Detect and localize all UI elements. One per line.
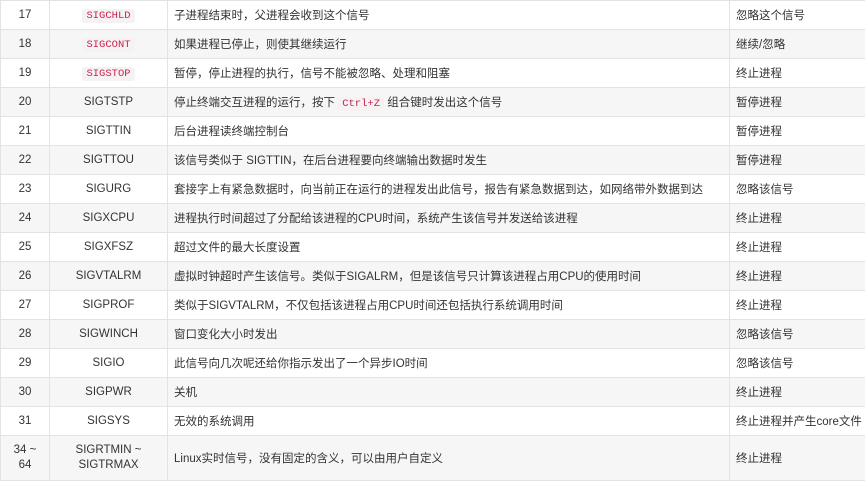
signal-name: SIGSYS bbox=[49, 406, 168, 436]
signal-name: SIGTTIN bbox=[49, 116, 168, 146]
signal-description: 暂停，停止进程的执行，信号不能被忽略、处理和阻塞 bbox=[167, 58, 730, 88]
signal-number: 28 bbox=[0, 319, 50, 349]
table-row: 34 ~ 64 SIGRTMIN ~ SIGTRMAX Linux实时信号，没有固定… bbox=[0, 435, 865, 481]
signal-name: SIGSTOP bbox=[49, 58, 168, 88]
table-row: 17 SIGCHLD 子进程结束时，父进程会收到这个信号 忽略这个信号 bbox=[0, 0, 865, 30]
signal-name: SIGXFSZ bbox=[49, 232, 168, 262]
default-action: 终止进程 bbox=[729, 290, 865, 320]
signal-number: 29 bbox=[0, 348, 50, 378]
signal-number: 18 bbox=[0, 29, 50, 59]
signal-number: 24 bbox=[0, 203, 50, 233]
signal-number: 19 bbox=[0, 58, 50, 88]
signal-number-line: 34 ~ bbox=[13, 444, 37, 456]
table-row: 19 SIGSTOP 暂停，停止进程的执行，信号不能被忽略、处理和阻塞 终止进程 bbox=[0, 58, 865, 88]
signal-name-line: SIGTRMAX bbox=[78, 459, 139, 471]
table-row: 22 SIGTTOU 该信号类似于 SIGTTIN，在后台进程要向终端输出数据时… bbox=[0, 145, 865, 175]
signal-name: SIGPROF bbox=[49, 290, 168, 320]
signal-description: 如果进程已停止，则使其继续运行 bbox=[167, 29, 730, 59]
signal-name: SIGRTMIN ~ SIGTRMAX bbox=[49, 435, 168, 481]
signal-description: 后台进程读终端控制台 bbox=[167, 116, 730, 146]
default-action: 终止进程 bbox=[729, 377, 865, 407]
default-action: 忽略这个信号 bbox=[729, 0, 865, 30]
signal-number: 34 ~ 64 bbox=[0, 435, 50, 481]
default-action: 终止进程 bbox=[729, 435, 865, 481]
signal-name: SIGURG bbox=[49, 174, 168, 204]
signal-number: 22 bbox=[0, 145, 50, 175]
signal-name-code: SIGCHLD bbox=[82, 8, 135, 23]
signal-name: SIGTTOU bbox=[49, 145, 168, 175]
key-combo-code: Ctrl+Z bbox=[338, 97, 385, 111]
table-row: 20 SIGTSTP 停止终端交互进程的运行，按下 Ctrl+Z 组合键时发出这… bbox=[0, 87, 865, 117]
default-action: 忽略该信号 bbox=[729, 319, 865, 349]
signal-description: 超过文件的最大长度设置 bbox=[167, 232, 730, 262]
signal-number: 20 bbox=[0, 87, 50, 117]
default-action: 继续/忽略 bbox=[729, 29, 865, 59]
signal-number: 31 bbox=[0, 406, 50, 436]
default-action: 暂停进程 bbox=[729, 116, 865, 146]
table-row: 25 SIGXFSZ 超过文件的最大长度设置 终止进程 bbox=[0, 232, 865, 262]
default-action: 暂停进程 bbox=[729, 87, 865, 117]
signal-description: 虚拟时钟超时产生该信号。类似于SIGALRM，但是该信号只计算该进程占用CPU的… bbox=[167, 261, 730, 291]
table-row: 23 SIGURG 套接字上有紧急数据时，向当前正在运行的进程发出此信号，报告有… bbox=[0, 174, 865, 204]
signal-name: SIGIO bbox=[49, 348, 168, 378]
default-action: 终止进程 bbox=[729, 261, 865, 291]
signal-number: 26 bbox=[0, 261, 50, 291]
signal-description: 进程执行时间超过了分配给该进程的CPU时间，系统产生该信号并发送给该进程 bbox=[167, 203, 730, 233]
signal-name: SIGVTALRM bbox=[49, 261, 168, 291]
table-row: 18 SIGCONT 如果进程已停止，则使其继续运行 继续/忽略 bbox=[0, 29, 865, 59]
table-row: 26 SIGVTALRM 虚拟时钟超时产生该信号。类似于SIGALRM，但是该信… bbox=[0, 261, 865, 291]
description-text-pre: 停止终端交互进程的运行，按下 bbox=[174, 97, 339, 109]
table-row: 31 SIGSYS 无效的系统调用 终止进程并产生core文件 bbox=[0, 406, 865, 436]
signal-name: SIGPWR bbox=[49, 377, 168, 407]
signal-description: 关机 bbox=[167, 377, 730, 407]
signal-number: 17 bbox=[0, 0, 50, 30]
signal-name: SIGCHLD bbox=[49, 0, 168, 30]
signal-number: 23 bbox=[0, 174, 50, 204]
signal-description: 无效的系统调用 bbox=[167, 406, 730, 436]
table-row: 28 SIGWINCH 窗口变化大小时发出 忽略该信号 bbox=[0, 319, 865, 349]
signal-name: SIGWINCH bbox=[49, 319, 168, 349]
signal-name: SIGCONT bbox=[49, 29, 168, 59]
table-row: 27 SIGPROF 类似于SIGVTALRM，不仅包括该进程占用CPU时间还包… bbox=[0, 290, 865, 320]
default-action: 忽略该信号 bbox=[729, 348, 865, 378]
description-text-post: 组合键时发出这个信号 bbox=[384, 97, 503, 109]
signal-description: 该信号类似于 SIGTTIN，在后台进程要向终端输出数据时发生 bbox=[167, 145, 730, 175]
signal-name: SIGTSTP bbox=[49, 87, 168, 117]
signal-description: 子进程结束时，父进程会收到这个信号 bbox=[167, 0, 730, 30]
default-action: 终止进程 bbox=[729, 58, 865, 88]
default-action: 忽略该信号 bbox=[729, 174, 865, 204]
signal-name-line: SIGRTMIN ~ bbox=[75, 444, 142, 456]
default-action: 终止进程 bbox=[729, 232, 865, 262]
signal-number-line: 64 bbox=[18, 459, 32, 471]
signal-description: 此信号向几次呢还给你指示发出了一个异步IO时间 bbox=[167, 348, 730, 378]
signal-description: 套接字上有紧急数据时，向当前正在运行的进程发出此信号，报告有紧急数据到达，如网络… bbox=[167, 174, 730, 204]
table-row: 29 SIGIO 此信号向几次呢还给你指示发出了一个异步IO时间 忽略该信号 bbox=[0, 348, 865, 378]
default-action: 终止进程并产生core文件 bbox=[729, 406, 865, 436]
table-row: 30 SIGPWR 关机 终止进程 bbox=[0, 377, 865, 407]
signal-description: 停止终端交互进程的运行，按下 Ctrl+Z 组合键时发出这个信号 bbox=[167, 87, 730, 117]
default-action: 暂停进程 bbox=[729, 145, 865, 175]
signal-name-code: SIGCONT bbox=[82, 37, 135, 52]
signal-name-code: SIGSTOP bbox=[82, 66, 135, 81]
table-row: 21 SIGTTIN 后台进程读终端控制台 暂停进程 bbox=[0, 116, 865, 146]
signal-number: 30 bbox=[0, 377, 50, 407]
signal-name: SIGXCPU bbox=[49, 203, 168, 233]
default-action: 终止进程 bbox=[729, 203, 865, 233]
signal-number: 21 bbox=[0, 116, 50, 146]
signal-description: 类似于SIGVTALRM，不仅包括该进程占用CPU时间还包括执行系统调用时间 bbox=[167, 290, 730, 320]
signal-number: 25 bbox=[0, 232, 50, 262]
signal-description: Linux实时信号，没有固定的含义，可以由用户自定义 bbox=[167, 435, 730, 481]
signal-table: 17 SIGCHLD 子进程结束时，父进程会收到这个信号 忽略这个信号 18 S… bbox=[0, 0, 865, 481]
signal-number: 27 bbox=[0, 290, 50, 320]
signal-description: 窗口变化大小时发出 bbox=[167, 319, 730, 349]
table-row: 24 SIGXCPU 进程执行时间超过了分配给该进程的CPU时间，系统产生该信号… bbox=[0, 203, 865, 233]
